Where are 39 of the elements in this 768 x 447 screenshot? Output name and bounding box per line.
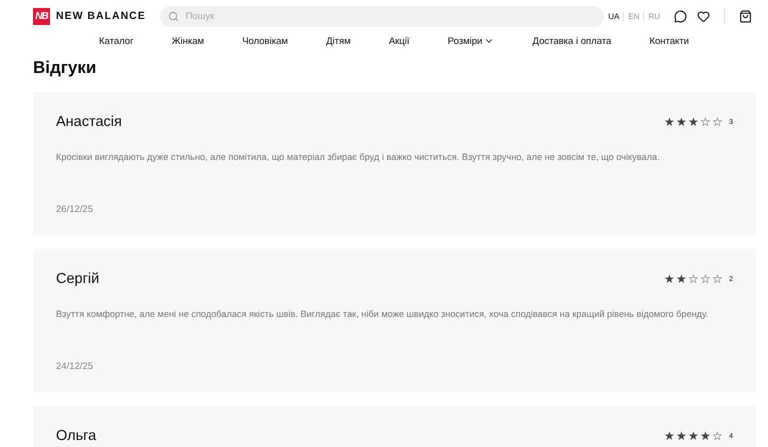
filled-star-icon: ★ [676,273,688,285]
filled-star-icon: ★ [664,273,676,285]
nav-link[interactable]: Дітям [326,36,351,46]
nav-link[interactable]: Жінкам [172,36,204,46]
brand-name: NEW BALANCE [56,10,146,22]
filled-star-icon: ★ [688,116,700,128]
empty-star-icon: ☆ [700,116,712,128]
nav-link[interactable]: Доставка і оплата [532,36,612,46]
empty-star-icon: ☆ [688,273,700,285]
language-link[interactable]: UA [604,12,624,20]
empty-star-icon: ☆ [712,430,724,442]
search-icon [168,10,179,22]
filled-star-icon: ★ [664,116,676,128]
search-field[interactable]: Пошук [160,6,604,26]
filled-star-icon: ★ [676,430,688,442]
nav-link[interactable]: Каталог [99,36,134,46]
filled-star-icon: ★ [700,430,712,442]
heart-icon[interactable] [697,10,710,22]
filled-star-icon: ★ [688,430,700,442]
review-date: 26/12/25 [56,204,94,215]
nav-link[interactable]: Чоловікам [242,36,288,46]
review-text: Кросівки виглядають дуже стильно, але помітила, що матеріал збирає бруд і важко чиститься. Взуття зручно, але не зовсім те, що очікувала. [56,152,661,162]
reviewer-name: Ольга [56,428,96,444]
review-date: 24/12/25 [56,361,94,372]
nav-link[interactable]: Акції [388,36,410,46]
logo-mark[interactable]: NB [33,8,50,24]
nav-link[interactable]: Розміри [448,36,494,46]
shopping-bag-icon[interactable] [739,10,752,22]
empty-star-icon: ☆ [700,273,712,285]
chat-icon[interactable] [674,10,687,22]
page-title: Відгуки [33,58,98,78]
reviewer-name: Сергій [56,271,100,287]
empty-star-icon: ☆ [712,116,724,128]
empty-star-icon: ☆ [712,273,724,285]
filled-star-icon: ★ [676,116,688,128]
filled-star-icon: ★ [664,430,676,442]
nav-link[interactable]: Контакти [649,36,689,46]
reviewer-name: Анастасія [56,114,122,130]
review-text: Взуття комфортне, але мені не сподобалася якість швів. Виглядає так, ніби може швидко зноситися, хоча сподівався на кращий рівень відомого бренду. [56,309,710,319]
